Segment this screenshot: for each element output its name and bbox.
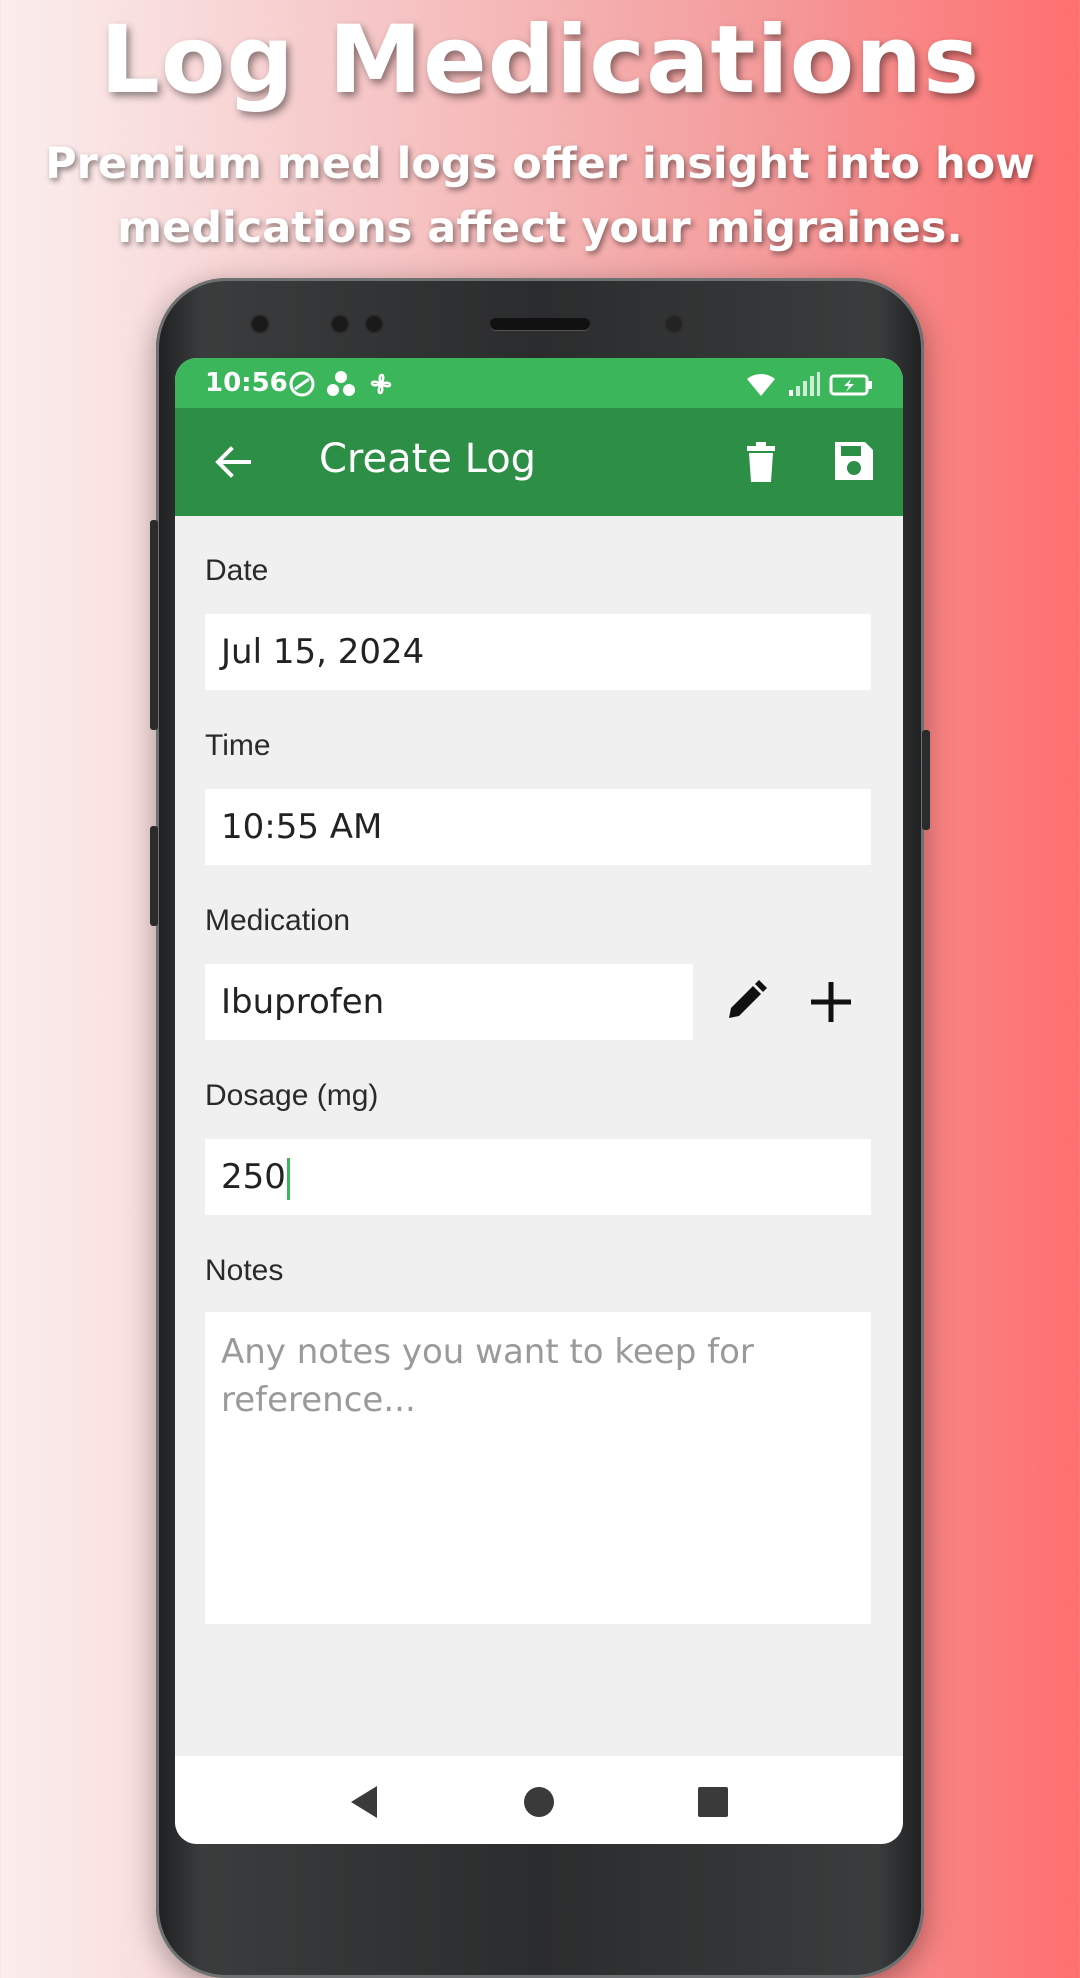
promo-subtitle: Premium med logs offer insight into how … (45, 139, 1035, 253)
fan-icon (370, 373, 391, 394)
save-icon[interactable] (829, 436, 879, 486)
power-button (922, 730, 930, 830)
phone-screen: 10:56 Create Log Date Jul 15, 2024 Time … (175, 358, 903, 1844)
earpiece (490, 318, 590, 330)
nav-recents-icon[interactable] (693, 1782, 733, 1822)
date-label: Date (205, 554, 269, 587)
wifi-icon (747, 373, 776, 396)
app-icon (327, 370, 356, 396)
volume-button (150, 520, 158, 730)
status-time: 10:56 (205, 368, 288, 398)
nav-back-icon[interactable] (345, 1782, 385, 1822)
battery-charging-icon (829, 374, 872, 395)
signal-icon (788, 371, 820, 396)
system-nav-bar (175, 1756, 903, 1844)
status-bar: 10:56 (175, 358, 903, 408)
app-bar: Create Log (175, 408, 903, 516)
pencil-icon[interactable] (715, 972, 775, 1032)
sensor (366, 316, 382, 332)
dosage-value: 250 (221, 1157, 286, 1197)
side-button (150, 826, 158, 926)
nav-home-icon[interactable] (519, 1782, 559, 1822)
notes-label: Notes (205, 1254, 284, 1287)
time-label: Time (205, 729, 271, 762)
date-field[interactable]: Jul 15, 2024 (205, 614, 871, 690)
sensor (332, 316, 348, 332)
text-cursor (286, 1157, 290, 1200)
page-title: Create Log (319, 436, 537, 482)
dosage-label: Dosage (mg) (205, 1079, 379, 1112)
sensor (666, 316, 682, 332)
time-field[interactable]: 10:55 AM (205, 789, 871, 865)
status-right-icons (744, 368, 875, 398)
notes-field[interactable]: Any notes you want to keep for reference… (205, 1312, 871, 1624)
medication-field[interactable]: Ibuprofen (205, 964, 693, 1040)
status-left-icons (287, 368, 396, 399)
arrow-left-icon[interactable] (209, 438, 257, 486)
medication-label: Medication (205, 904, 351, 937)
plus-icon[interactable] (801, 972, 861, 1032)
promo-title: Log Medications (99, 6, 981, 115)
sensor (252, 316, 268, 332)
trash-icon[interactable] (737, 438, 785, 486)
dosage-field[interactable]: 250 (205, 1139, 871, 1215)
notification-icon (289, 371, 315, 396)
